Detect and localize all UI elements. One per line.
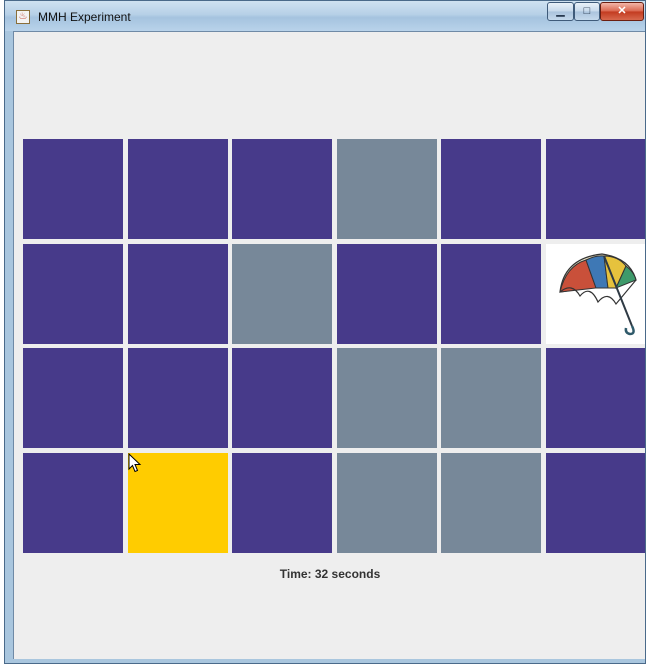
maximize-button[interactable]: □ — [574, 2, 600, 21]
card-r1-c3[interactable] — [232, 139, 332, 239]
window-title: MMH Experiment — [38, 10, 131, 24]
minimize-button[interactable]: ▁ — [547, 2, 574, 21]
close-icon: ✕ — [617, 5, 627, 17]
card-r3-c2[interactable] — [127, 348, 228, 448]
card-r3-c6[interactable] — [545, 348, 645, 448]
card-r1-c2[interactable] — [127, 139, 228, 239]
maximize-icon: □ — [583, 5, 591, 17]
card-grid — [23, 139, 645, 553]
card-r4-c1[interactable] — [23, 452, 123, 553]
card-r2-c1[interactable] — [23, 243, 123, 344]
card-r4-c6[interactable] — [545, 452, 645, 553]
card-r2-c4[interactable] — [336, 243, 437, 344]
card-r3-c1[interactable] — [23, 348, 123, 448]
umbrella-image — [558, 252, 637, 335]
card-r2-c2[interactable] — [127, 243, 228, 344]
card-r1-c1[interactable] — [23, 139, 123, 239]
card-r1-c4[interactable] — [336, 139, 437, 239]
card-r3-c5[interactable] — [441, 348, 541, 448]
mouse-pointer-icon — [128, 452, 141, 472]
card-r4-c4[interactable] — [336, 452, 437, 553]
card-r2-c5[interactable] — [441, 243, 541, 344]
card-r3-c4[interactable] — [336, 348, 437, 448]
card-r4-c5[interactable] — [441, 452, 541, 553]
card-r4-c2[interactable] — [127, 452, 228, 553]
card-r2-c6[interactable] — [545, 243, 645, 344]
java-cup-icon[interactable]: ♨ — [16, 10, 30, 24]
card-r2-c3[interactable] — [232, 243, 332, 344]
card-r4-c3[interactable] — [232, 452, 332, 553]
card-r1-c6[interactable] — [545, 139, 645, 239]
card-r3-c3[interactable] — [232, 348, 332, 448]
card-r1-c5[interactable] — [441, 139, 541, 239]
close-button[interactable]: ✕ — [600, 2, 644, 21]
minimize-icon: ▁ — [556, 5, 565, 17]
game-panel: Time: 32 seconds — [13, 31, 645, 659]
title-bar[interactable]: ♨ MMH Experiment ▁ □ ✕ — [5, 1, 645, 31]
app-window: ♨ MMH Experiment ▁ □ ✕ Time: 32 seconds — [4, 0, 646, 664]
time-label: Time: 32 seconds — [279, 567, 381, 581]
